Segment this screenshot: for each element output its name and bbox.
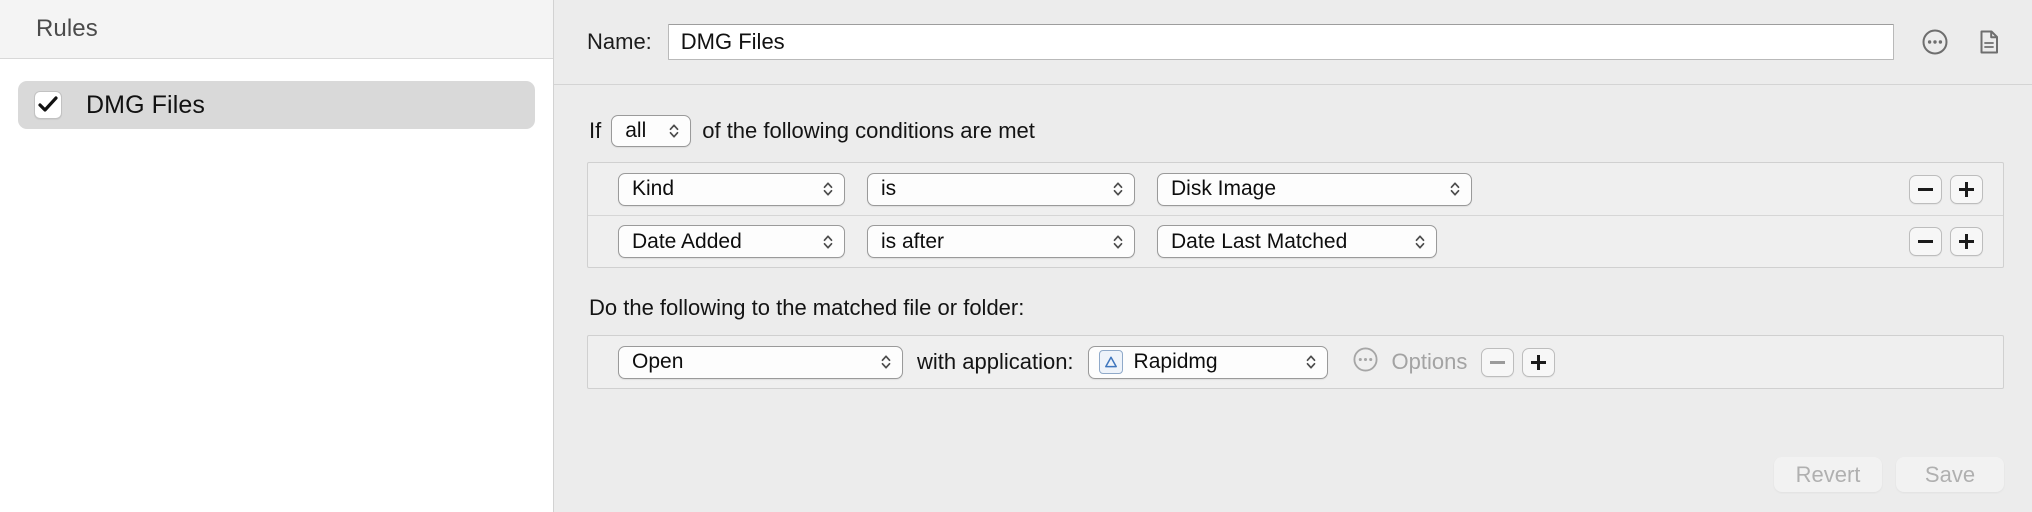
chevron-updown-icon: [1304, 351, 1318, 373]
conditions-intro-trail: of the following conditions are met: [702, 118, 1035, 143]
with-application-label: with application:: [917, 349, 1074, 374]
rule-body: If all of the following conditions are m…: [554, 114, 2032, 389]
chevron-updown-icon: [821, 231, 835, 253]
match-type-value: all: [625, 119, 647, 142]
condition-row-buttons: [1909, 174, 1983, 204]
match-type-select[interactable]: all: [611, 115, 692, 147]
add-condition-button[interactable]: [1950, 227, 1983, 256]
conditions-container: Kind is Disk Image Date Added is after D…: [587, 162, 2004, 268]
rule-enabled-checkbox[interactable]: [34, 91, 62, 119]
rule-detail-pane: Name: DMG Files If all of the following …: [554, 0, 2032, 512]
action-row-buttons: [1481, 347, 1556, 377]
conditions-intro-lead: If: [589, 118, 602, 143]
condition-attribute-value: Kind: [632, 177, 675, 200]
condition-row: Date Added is after Date Last Matched: [588, 215, 2003, 267]
sidebar-rules-list: DMG Files: [0, 59, 553, 129]
checkmark-icon: [38, 96, 58, 112]
chevron-updown-icon: [879, 351, 893, 373]
revert-button[interactable]: Revert: [1774, 457, 1882, 492]
chevron-updown-icon: [821, 178, 835, 200]
condition-value: Date Last Matched: [1171, 229, 1348, 253]
add-action-button[interactable]: [1522, 347, 1556, 377]
name-label: Name:: [587, 29, 652, 54]
condition-operator-select[interactable]: is after: [867, 225, 1135, 258]
condition-row: Kind is Disk Image: [588, 163, 2003, 215]
options-label: Options: [1391, 349, 1468, 374]
sidebar-item-dmg-files[interactable]: DMG Files: [18, 81, 535, 129]
condition-value: Disk Image: [1171, 177, 1277, 200]
ellipsis-circle-icon[interactable]: [1920, 27, 1950, 57]
sidebar-item-label: DMG Files: [86, 90, 205, 119]
action-type-select[interactable]: Open: [618, 345, 903, 379]
ellipsis-circle-icon: [1352, 346, 1379, 378]
chevron-updown-icon: [1111, 178, 1125, 200]
footer-buttons: Revert Save: [1774, 457, 2004, 492]
actions-intro: Do the following to the matched file or …: [589, 295, 1025, 320]
actions-container: Open with application: Rapidmg Options: [587, 335, 2004, 389]
condition-attribute-select[interactable]: Kind: [618, 172, 845, 206]
condition-value-select[interactable]: Disk Image: [1157, 172, 1472, 206]
application-value: Rapidmg: [1133, 350, 1218, 373]
document-icon[interactable]: [1974, 27, 2004, 57]
rule-name-input[interactable]: DMG Files: [667, 24, 1894, 60]
add-condition-button[interactable]: [1950, 174, 1983, 204]
remove-action-button[interactable]: [1481, 347, 1515, 377]
save-button[interactable]: Save: [1896, 457, 2004, 492]
chevron-updown-icon: [1448, 178, 1462, 200]
action-type-value: Open: [632, 350, 684, 373]
condition-operator-value: is after: [881, 229, 945, 253]
chevron-updown-icon: [1111, 231, 1125, 253]
condition-attribute-select[interactable]: Date Added: [618, 225, 845, 258]
name-bar-icons: [1920, 27, 2004, 57]
name-bar: Name: DMG Files: [554, 0, 2032, 85]
remove-condition-button[interactable]: [1909, 227, 1942, 256]
sidebar-header-title: Rules: [36, 15, 98, 42]
condition-attribute-value: Date Added: [632, 229, 742, 253]
remove-condition-button[interactable]: [1909, 174, 1942, 204]
condition-operator-select[interactable]: is: [867, 172, 1135, 206]
application-select[interactable]: Rapidmg: [1087, 345, 1328, 379]
chevron-updown-icon: [667, 120, 681, 142]
condition-operator-value: is: [881, 177, 897, 200]
condition-row-buttons: [1909, 227, 1983, 256]
rapidmg-app-icon: [1098, 350, 1123, 374]
rules-window: Rules DMG Files Name: DMG Files If all o…: [0, 0, 2032, 512]
sidebar-header: Rules: [0, 0, 553, 59]
conditions-intro: If all of the following conditions are m…: [589, 114, 2004, 148]
condition-value-select[interactable]: Date Last Matched: [1157, 225, 1437, 258]
sidebar: Rules DMG Files: [0, 0, 554, 512]
action-options-button[interactable]: Options: [1352, 346, 1468, 378]
action-row: Open with application: Rapidmg Options: [588, 336, 2003, 388]
chevron-updown-icon: [1413, 231, 1427, 253]
